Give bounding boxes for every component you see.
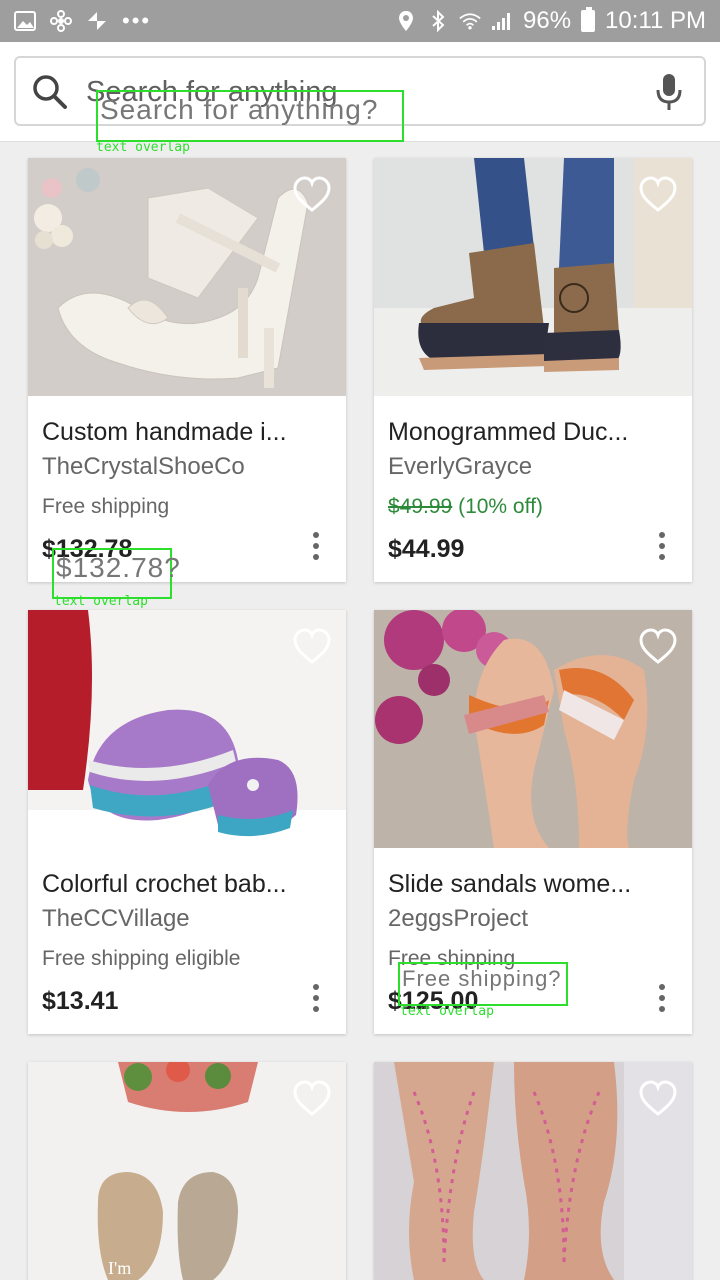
listing-card[interactable] <box>374 1062 692 1280</box>
location-icon <box>395 10 417 32</box>
listing-title[interactable]: Monogrammed Duc... <box>388 416 680 448</box>
shipping-note: Free shipping <box>42 495 170 518</box>
status-bar: ••• 96% 10:11 PM <box>0 0 720 42</box>
shop-name: 2eggsProject <box>388 905 529 932</box>
pinwheel-icon <box>50 10 72 32</box>
listing-card[interactable]: Monogrammed Duc... EverlyGrayce $49.99 (… <box>374 158 692 582</box>
listing-price: $13.41 <box>42 987 119 1015</box>
signal-icon <box>491 10 513 32</box>
shop-name: TheCrystalShoeCo <box>42 453 245 480</box>
favorite-heart-icon[interactable] <box>638 176 678 214</box>
original-price: $49.99 <box>388 495 453 518</box>
battery-percent: 96% <box>523 7 572 34</box>
ocr-label-price: text overlap <box>54 594 148 609</box>
favorite-heart-icon[interactable] <box>292 1080 332 1118</box>
more-options-icon[interactable] <box>312 984 320 1012</box>
text-overlap-box-shipping: Free shipping? <box>398 962 568 1006</box>
listing-card[interactable]: Colorful crochet bab... TheCCVillage Fre… <box>28 610 346 1034</box>
listing-photo-lace-heels[interactable] <box>28 158 346 396</box>
discount-percent: (10% off) <box>458 495 543 518</box>
listing-photo-crochet-booties[interactable] <box>28 610 346 848</box>
clock: 10:11 PM <box>605 7 706 34</box>
listing-info: Custom handmade i... TheCrystalShoeCo Fr… <box>42 416 334 564</box>
text-overlap-box-search: Search for anything? <box>96 90 404 142</box>
ocr-text-price: $132.78? <box>56 552 181 583</box>
more-options-icon[interactable] <box>312 532 320 560</box>
favorite-heart-icon[interactable] <box>292 176 332 214</box>
sale-info: $49.99 (10% off) <box>388 494 680 520</box>
favorite-heart-icon[interactable] <box>292 628 332 666</box>
more-options-icon[interactable] <box>658 984 666 1012</box>
battery-icon <box>581 7 596 32</box>
listing-photo-barefoot-sandals[interactable] <box>374 1062 692 1280</box>
shipping-note: Free shipping eligible <box>42 947 241 970</box>
listing-title[interactable]: Custom handmade i... <box>42 416 334 448</box>
text-overlap-box-price: $132.78? <box>52 548 180 599</box>
favorite-heart-icon[interactable] <box>638 628 678 666</box>
more-options-icon[interactable] <box>658 532 666 560</box>
listing-photo-duck-boots[interactable] <box>374 158 692 396</box>
more-notifications-icon: ••• <box>122 8 152 33</box>
listing-title[interactable]: Slide sandals wome... <box>388 868 680 900</box>
listing-info: Colorful crochet bab... TheCCVillage Fre… <box>42 868 334 1016</box>
listing-title[interactable]: Colorful crochet bab... <box>42 868 334 900</box>
listing-price: $44.99 <box>388 535 465 563</box>
ocr-label-shipping: text overlap <box>400 1004 494 1019</box>
microphone-icon[interactable] <box>654 72 684 112</box>
shop-name: EverlyGrayce <box>388 453 533 480</box>
sync-icon <box>86 10 108 32</box>
ocr-text-shipping: Free shipping? <box>402 966 562 991</box>
bluetooth-icon <box>427 10 449 32</box>
ocr-text-search: Search for anything? <box>100 94 379 125</box>
wifi-icon <box>459 10 481 32</box>
listing-info: Monogrammed Duc... EverlyGrayce $49.99 (… <box>388 416 680 564</box>
listing-photo-wedding-shoes[interactable]: I'm <box>28 1062 346 1280</box>
gallery-icon <box>14 10 36 32</box>
search-bar: Search for anything Search for anything?… <box>0 42 720 155</box>
listing-card[interactable]: I'm <box>28 1062 346 1280</box>
listing-card[interactable]: Custom handmade i... TheCrystalShoeCo Fr… <box>28 158 346 582</box>
search-icon[interactable] <box>32 74 68 110</box>
favorite-heart-icon[interactable] <box>638 1080 678 1118</box>
photo-text-im: I'm <box>108 1258 131 1278</box>
listing-grid: Custom handmade i... TheCrystalShoeCo Fr… <box>0 142 720 1280</box>
shop-name: TheCCVillage <box>42 905 190 932</box>
listing-photo-slide-sandals[interactable] <box>374 610 692 848</box>
